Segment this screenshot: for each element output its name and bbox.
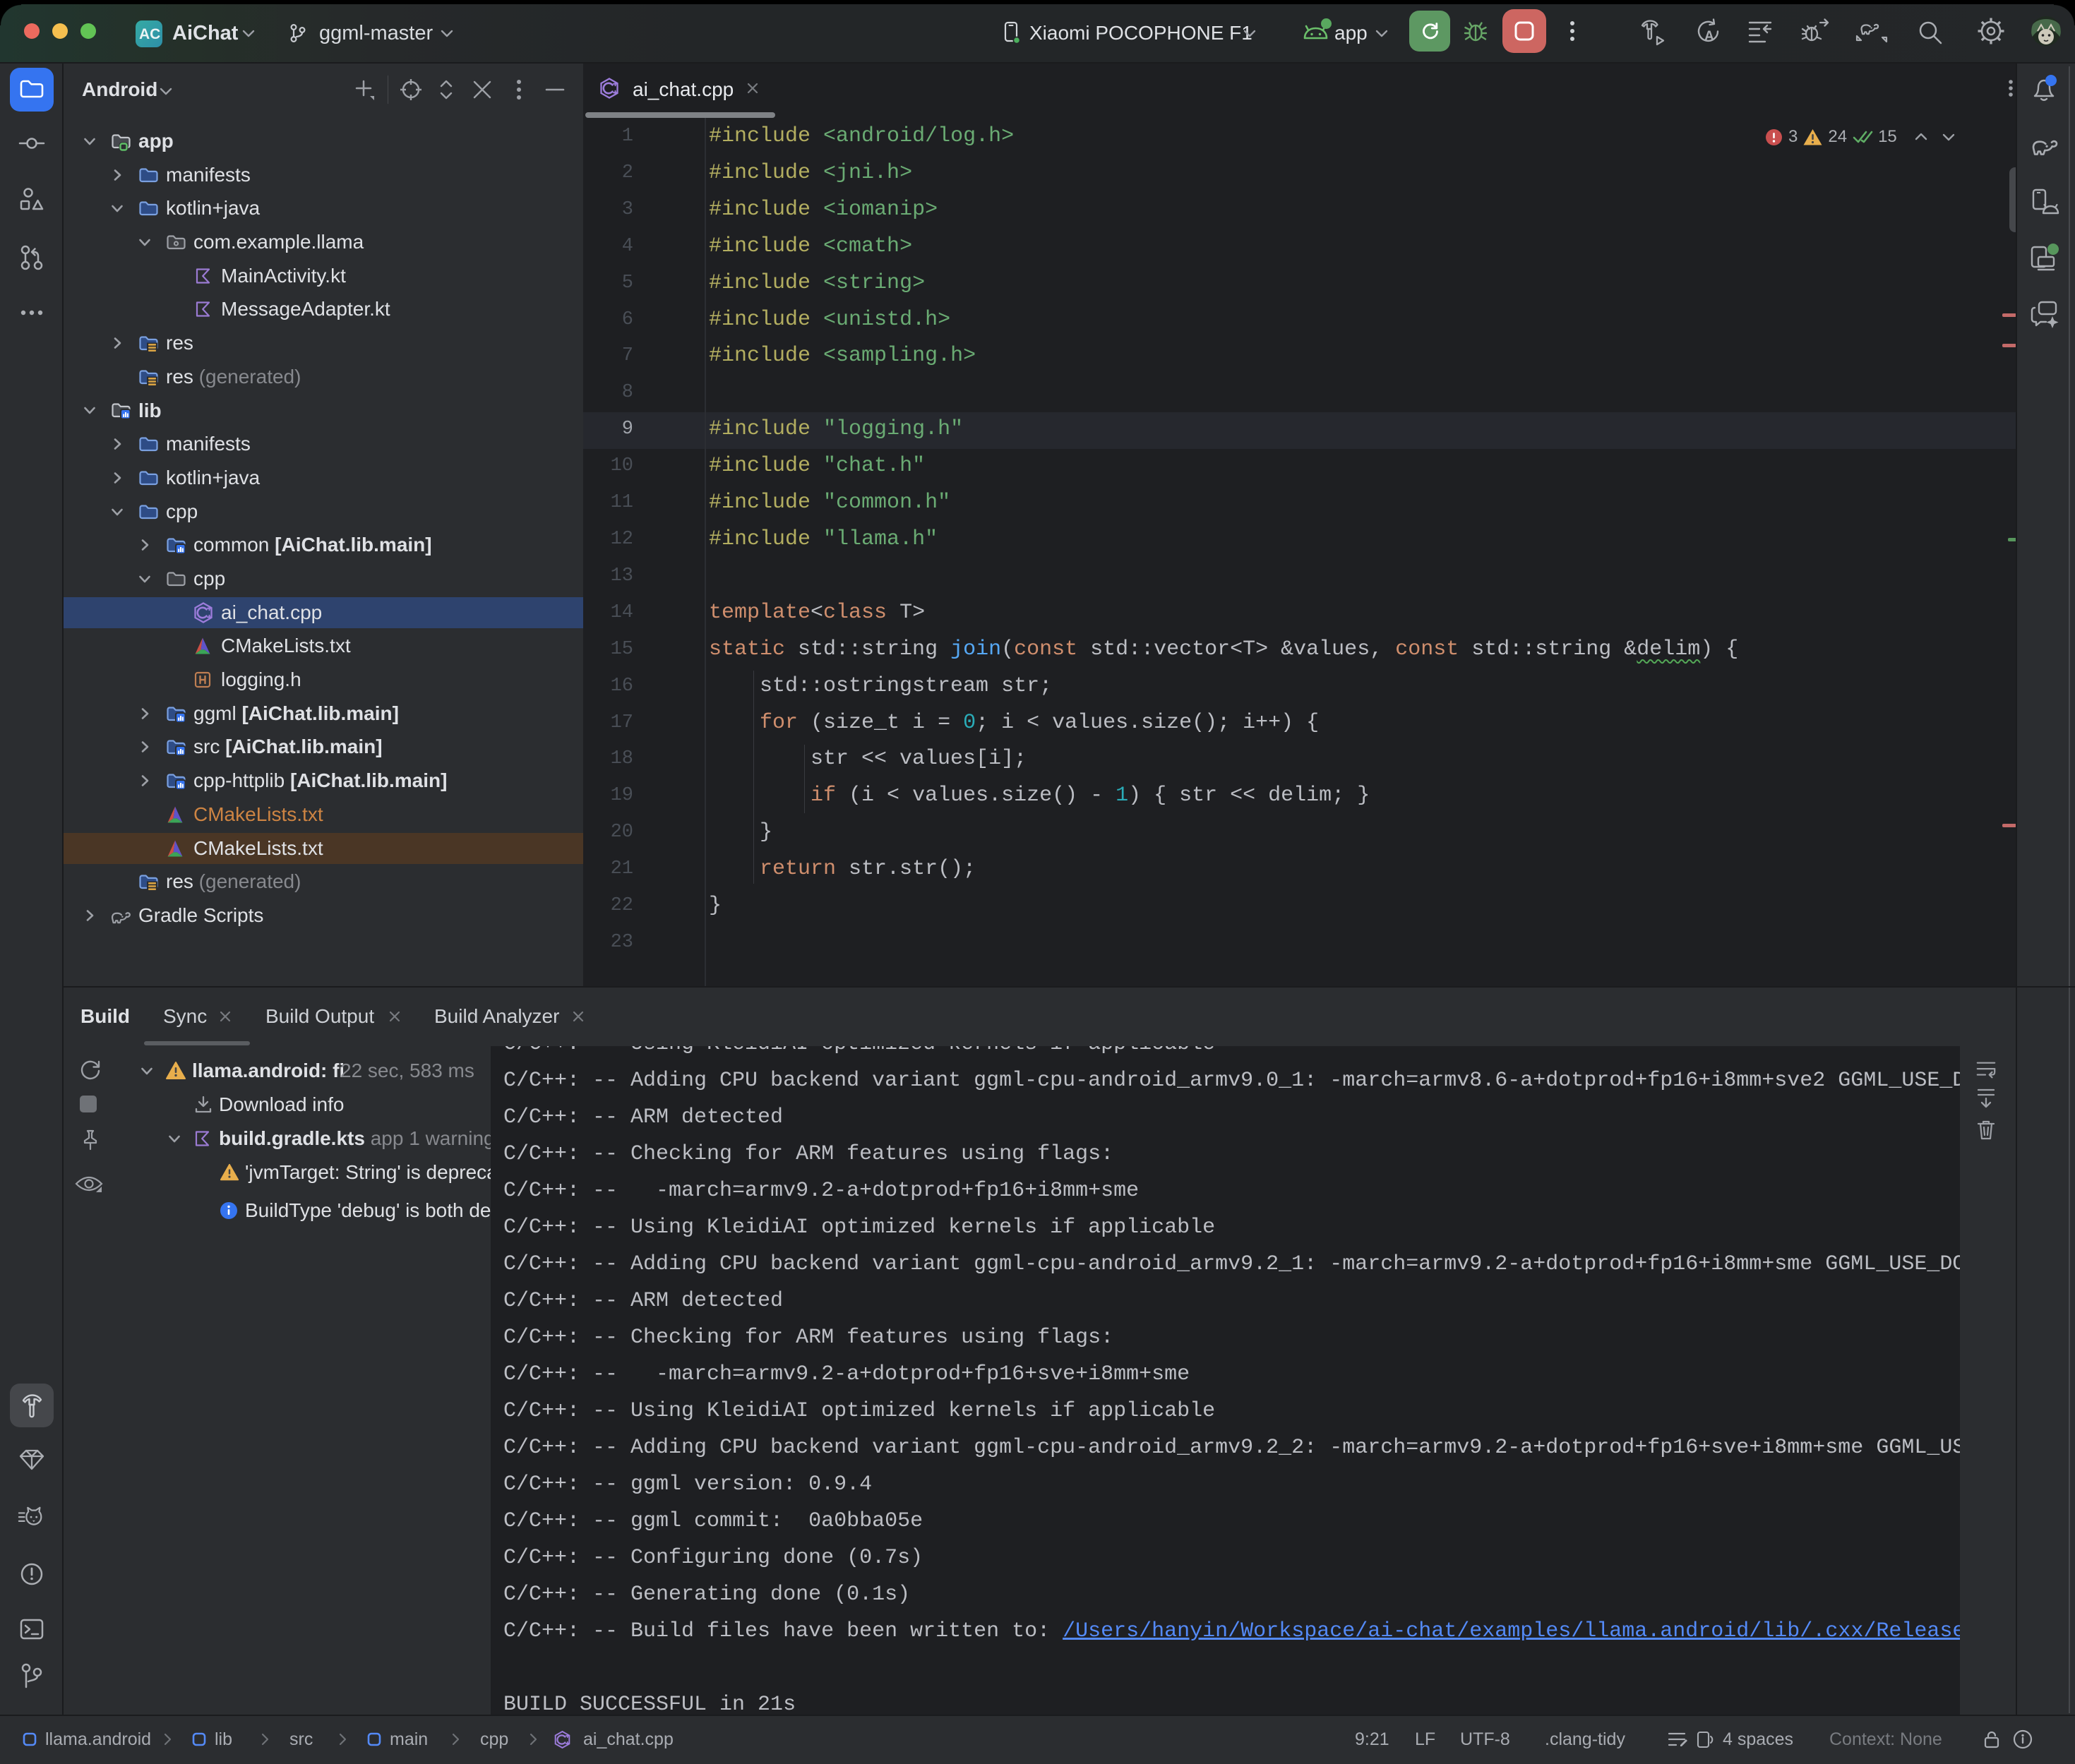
svg-text:A: A [1704, 29, 1714, 44]
